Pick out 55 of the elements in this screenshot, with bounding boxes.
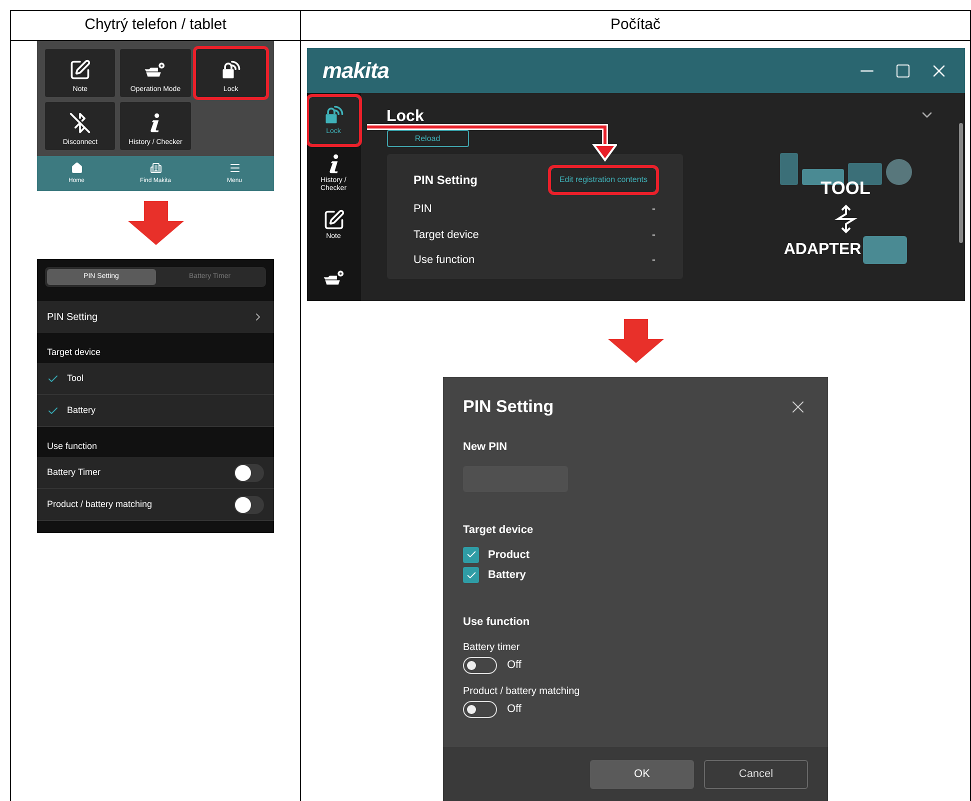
menu-icon [228,162,240,174]
checkbox[interactable] [463,567,479,584]
down-arrow [608,319,664,363]
check-icon [466,570,476,581]
toggle-state: Off [507,658,522,674]
toggle-state: Off [507,702,522,718]
maximize-icon[interactable] [894,62,910,78]
field-label: PIN [414,202,432,217]
row-label: Tool [67,372,84,385]
field-value: - [652,202,656,217]
card-title: PIN Setting [414,172,478,189]
field-label: Use function [414,253,475,268]
row-label: Battery Timer [47,466,101,479]
brand-logo: makita [322,57,389,85]
adapter-photo-placeholder [863,236,908,264]
toggle-label: Battery timer [463,641,521,655]
building-icon [150,162,162,174]
promo-label: ADAPTER [784,240,862,260]
tool-photo-placeholder [780,153,798,185]
check-row[interactable]: Tool [37,363,274,395]
field-label: Target device [414,228,479,242]
promo-label: TOOL [820,177,870,200]
page-title: Lock [386,107,425,127]
check-row[interactable]: Battery [37,395,274,427]
checkbox[interactable] [463,546,479,563]
column-header: Počítač [610,15,661,36]
checkbox-label: Product [488,548,530,562]
note-edit-icon [69,58,92,80]
column-header: Chytrý telefon / tablet [84,15,226,36]
section-label: Target device [463,523,534,538]
section-header: Use function [47,440,98,452]
toggle-switch[interactable] [463,657,497,674]
section-label: Use function [463,614,531,630]
reload-button[interactable]: Reload [386,130,468,147]
dialog-title: PIN Setting [463,396,554,418]
field-value: - [652,253,656,268]
toggle-switch[interactable] [234,464,264,482]
toggle-switch[interactable] [463,701,497,718]
field-value: - [652,228,656,242]
field-label: New PIN [463,440,508,454]
dialog-button[interactable]: Cancel [704,760,808,789]
toggle-switch[interactable] [234,496,264,514]
toggle-label: Product / battery matching [463,685,581,699]
checkbox-label: Battery [488,568,526,583]
row-label: Battery [67,404,96,417]
bluetooth-off-icon [69,112,92,134]
edit-button[interactable]: Edit registration contents [551,168,656,192]
settings-row[interactable]: PIN Setting [37,301,274,333]
row-label: Product / battery matching [47,498,152,511]
down-arrow [128,201,184,245]
note-edit-icon [322,209,344,232]
home-icon [70,162,82,174]
dialog-button[interactable]: OK [590,760,694,789]
section-header: Target device [47,346,101,359]
tool-photo-placeholder [886,159,912,185]
